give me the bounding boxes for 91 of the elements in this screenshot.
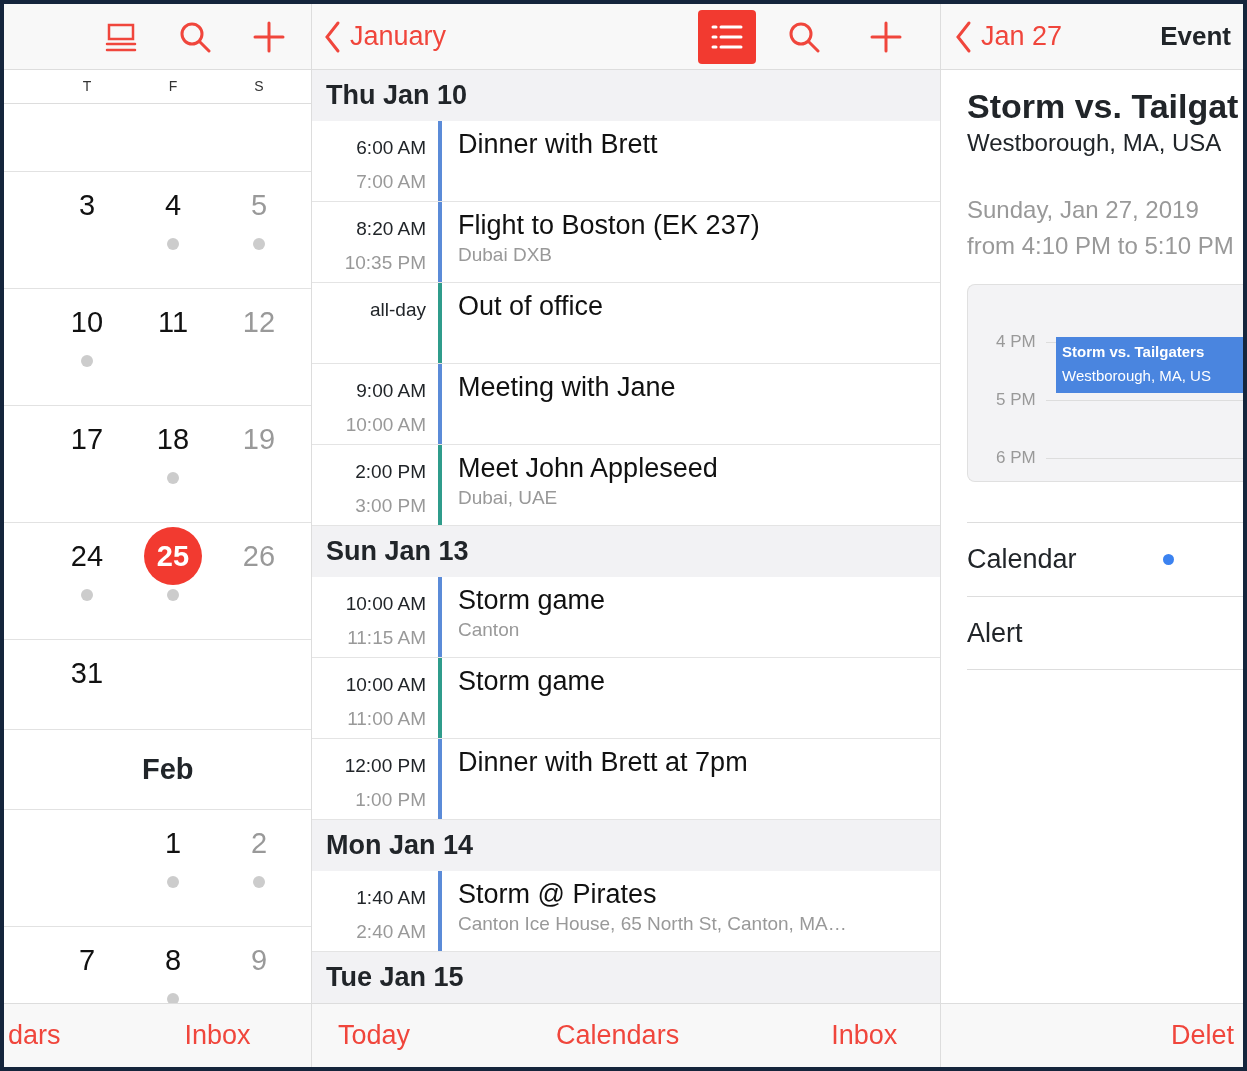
month-label: Feb — [142, 751, 194, 787]
event-title: Meet John Appleseed — [458, 452, 718, 485]
row-label: Alert — [967, 616, 1023, 650]
search-button[interactable] — [788, 20, 820, 53]
end-time: 7:00 AM — [355, 170, 426, 194]
event-title: Flight to Boston (EK 237) — [458, 209, 760, 242]
search-button[interactable] — [179, 20, 211, 53]
end-time: 11:00 AM — [346, 707, 426, 731]
event-title: Dinner with Brett at 7pm — [458, 746, 748, 779]
hour-label: 6 PM — [996, 447, 1036, 470]
tray-icon — [105, 21, 137, 52]
day-header: Thu Jan 10 — [326, 79, 468, 113]
start-time: 8:20 AM — [355, 217, 426, 241]
event-title: Storm game — [458, 665, 606, 698]
inbox-button[interactable] — [105, 21, 137, 52]
start-time: 9:00 AM — [355, 379, 426, 403]
plus-icon — [253, 20, 285, 53]
start-time: all-day — [369, 298, 426, 322]
event-row[interactable]: 8:20 AM 10:35 PM Flight to Boston (EK 237) Dubai DXB — [312, 202, 940, 283]
tab-bar-item[interactable]: Today — [338, 1015, 411, 1056]
calendar-date[interactable]: 8 — [144, 931, 202, 989]
event-location: Westborough, MA, USA — [967, 128, 1223, 158]
event-title: Dinner with Brett — [458, 128, 658, 161]
plus-icon — [870, 20, 902, 53]
add-button[interactable] — [253, 20, 285, 53]
event-time: from 4:10 PM to 5:10 PM — [967, 231, 1235, 261]
event-title: Storm vs. Tailgat — [967, 86, 1240, 127]
weekday-label: S — [254, 77, 264, 96]
tab-bar-item[interactable]: dars — [8, 1015, 61, 1056]
start-time: 10:00 AM — [344, 673, 426, 697]
weekday-label: F — [168, 77, 178, 96]
calendar-date[interactable]: 7 — [58, 931, 116, 989]
event-row[interactable]: 9:00 AM 10:00 AM Meeting with Jane — [312, 364, 940, 445]
end-time: 3:00 PM — [354, 494, 426, 518]
hour-label: 5 PM — [996, 389, 1036, 412]
navigation-title: Event — [1160, 20, 1231, 53]
event-location: Canton Ice House, 65 North St, Canton, MA… — [458, 913, 847, 935]
event-title: Meeting with Jane — [458, 371, 676, 404]
end-time: 10:35 PM — [343, 251, 426, 275]
search-icon — [788, 20, 820, 53]
start-time: 2:00 PM — [354, 460, 426, 484]
calendar-date[interactable]: 3 — [58, 176, 116, 234]
day-header: Mon Jan 14 — [326, 829, 474, 863]
back-chevron-icon — [324, 19, 342, 54]
event-row[interactable]: 6:00 AM 7:00 AM Dinner with Brett — [312, 121, 940, 202]
end-time: 2:40 AM — [355, 920, 426, 944]
hour-label: 4 PM — [996, 331, 1036, 354]
event-location: Dubai DXB — [458, 244, 553, 266]
calendar-date[interactable]: 4 — [144, 176, 202, 234]
end-time: 10:00 AM — [344, 413, 426, 437]
day-header: Tue Jan 15 — [326, 961, 464, 995]
tab-bar-item[interactable]: Calendars — [556, 1015, 680, 1056]
end-time: 11:15 AM — [346, 626, 426, 650]
start-time: 10:00 AM — [344, 592, 426, 616]
back-chevron-icon — [955, 19, 973, 54]
add-button[interactable] — [870, 20, 902, 53]
calendar-date[interactable]: 10 — [58, 293, 116, 351]
calendar-date[interactable]: 18 — [144, 410, 202, 468]
event-location: Canton — [458, 619, 521, 641]
calendar-date[interactable]: 11 — [144, 293, 202, 351]
calendar-date[interactable]: 31 — [58, 644, 116, 702]
event-row[interactable]: 10:00 AM 11:15 AM Storm game Canton — [312, 577, 940, 658]
calendar-date[interactable]: 24 — [58, 527, 116, 585]
calendar-date[interactable]: 1 — [144, 814, 202, 872]
event-title: Storm game — [458, 584, 606, 617]
event-title: Storm vs. Tailgaters — [1062, 342, 1206, 362]
back-link[interactable]: Jan 27 — [955, 16, 1063, 57]
start-time: 12:00 PM — [343, 754, 426, 778]
search-icon — [179, 20, 211, 53]
detail-row[interactable]: Calendar — [967, 522, 1243, 596]
event-date: Sunday, Jan 27, 2019 — [967, 195, 1200, 225]
list-view-button[interactable] — [698, 9, 756, 64]
end-time: 1:00 PM — [354, 788, 426, 812]
day-header: Sun Jan 13 — [326, 535, 469, 569]
calendar-date[interactable]: 17 — [58, 410, 116, 468]
event-location: Westborough, MA, US — [1062, 366, 1212, 386]
event-title: Storm @ Pirates — [458, 878, 658, 911]
event-row[interactable]: all-day Out of office — [312, 283, 940, 364]
back-link[interactable]: January — [324, 16, 447, 57]
event-row[interactable]: 10:00 AM 11:00 AM Storm game — [312, 658, 940, 739]
today-date[interactable]: 25 — [144, 527, 202, 585]
row-label: Calendar — [967, 543, 1077, 577]
tab-bar-item[interactable]: Inbox — [831, 1015, 898, 1056]
event-location: Dubai, UAE — [458, 487, 559, 509]
tab-bar-item[interactable]: Inbox — [184, 1015, 251, 1056]
weekday-label: T — [82, 77, 92, 96]
start-time: 6:00 AM — [355, 136, 426, 160]
event-title: Out of office — [458, 290, 604, 323]
start-time: 1:40 AM — [355, 886, 426, 910]
detail-row[interactable]: Alert — [967, 596, 1243, 670]
tab-bar-item[interactable]: Delet — [1171, 1015, 1235, 1056]
